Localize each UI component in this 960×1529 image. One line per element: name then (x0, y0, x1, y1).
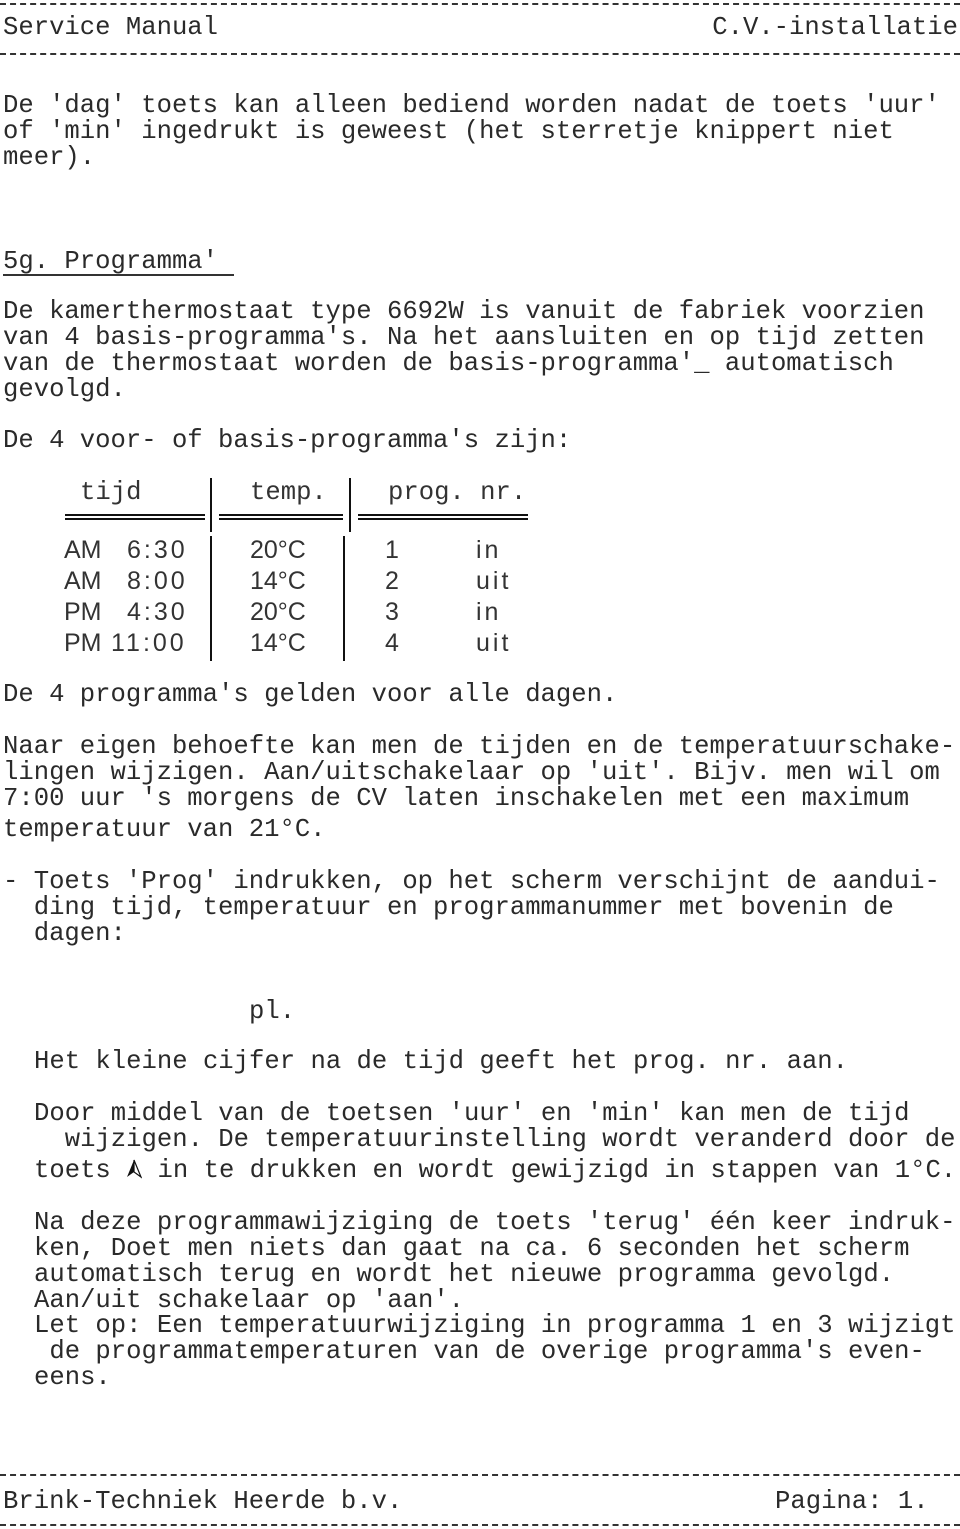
cell-ampm: PM (64, 598, 102, 626)
pl-label: pl. (249, 997, 296, 1026)
column-divider (349, 478, 351, 532)
cell-prog: 4 (385, 629, 399, 657)
header-double-rule (219, 514, 343, 520)
table-header-time: tijd (80, 478, 142, 507)
section-heading-underline (3, 274, 234, 276)
small-digit-note: Het kleine cijfer na de tijd geeft het p… (34, 1047, 849, 1076)
cell-prog: 1 (385, 536, 399, 564)
cell-mode: uit (476, 567, 512, 595)
text-fragment: in te drukken en wordt gewijzigd in stap… (142, 1156, 957, 1185)
cell-ampm: AM (64, 567, 102, 595)
header-left-title: Service Manual (3, 13, 219, 42)
footer-left: Brink-Techniek Heerde b.v. (3, 1487, 403, 1516)
cell-temp: 14°C (250, 629, 306, 657)
text-line: ken, Doet men niets dan gaat na ca. 6 se… (34, 1234, 910, 1263)
text-line: lingen wijzigen. Aan/uitschakelaar op 'u… (3, 758, 940, 787)
column-divider (210, 478, 212, 532)
text-line: temperatuur van 21°C. (3, 815, 326, 844)
footer-rule-top (0, 1474, 960, 1476)
cell-time: 6:30 (127, 536, 188, 564)
table-header-temp: temp. (250, 478, 327, 507)
text-line: Let op: Een temperatuurwijziging in prog… (34, 1311, 956, 1340)
all-days-note: De 4 programma's gelden voor alle dagen. (3, 680, 618, 709)
cell-temp: 20°C (250, 598, 306, 626)
header-rule-bottom (0, 53, 960, 55)
section-heading: 5g. Programma' (3, 247, 219, 276)
cell-temp: 20°C (250, 536, 306, 564)
up-arrow-icon (126, 1159, 143, 1179)
header-double-rule (358, 514, 528, 520)
cell-ampm: AM (64, 536, 102, 564)
cell-time: 4:30 (127, 598, 188, 626)
text-line: eens. (34, 1363, 111, 1392)
table-header-prog: prog. nr. (388, 478, 527, 507)
text-line: Door middel van de toetsen 'uur' en 'min… (34, 1099, 910, 1128)
header-double-rule (65, 514, 205, 520)
text-line: Na deze programmawijziging de toets 'ter… (34, 1208, 956, 1237)
text-line: ding tijd, temperatuur en programmanumme… (3, 893, 894, 922)
cell-ampm: PM (64, 629, 102, 657)
column-divider (343, 536, 345, 661)
text-line: dagen: (3, 919, 126, 948)
cell-temp: 14°C (250, 567, 306, 595)
text-line: wijzigen. De temperatuurinstelling wordt… (34, 1125, 956, 1154)
text-fragment: toets (34, 1156, 127, 1185)
column-divider (210, 536, 212, 661)
footer-rule-bottom (0, 1524, 960, 1526)
text-line: automatisch terug en wordt het nieuwe pr… (34, 1260, 895, 1289)
cell-mode: in (476, 536, 502, 564)
cell-prog: 3 (385, 598, 399, 626)
text-line: van 4 basis-programma's. Na het aansluit… (3, 323, 925, 352)
cell-mode: uit (476, 629, 512, 657)
text-line: Naar eigen behoefte kan men de tijden en… (3, 732, 956, 761)
text-line: toets in te drukken en wordt gewijzigd i… (34, 1158, 956, 1184)
header-right-title: C.V.-installatie (712, 13, 958, 42)
text-line: de programmatemperaturen van de overige … (34, 1337, 925, 1366)
cell-time: 11:00 (111, 629, 187, 657)
text-line: meer). (3, 143, 96, 172)
text-line: van de thermostaat worden de basis-progr… (3, 349, 894, 378)
text-line: of 'min' ingedrukt is geweest (het sterr… (3, 117, 894, 146)
footer-page-number: Pagina: 1. (775, 1487, 929, 1516)
text-line: 7:00 uur 's morgens de CV laten inschake… (3, 784, 910, 813)
cell-mode: in (476, 598, 502, 626)
text-line: De kamerthermostaat type 6692W is vanuit… (3, 297, 925, 326)
text-line: De 'dag' toets kan alleen bediend worden… (3, 91, 940, 120)
text-line: - Toets 'Prog' indrukken, op het scherm … (3, 867, 940, 896)
table-intro: De 4 voor- of basis-programma's zijn: (3, 426, 572, 455)
cell-time: 8:00 (127, 567, 188, 595)
text-line: gevolgd. (3, 375, 126, 404)
cell-prog: 2 (385, 567, 399, 595)
header-rule-top (0, 3, 960, 5)
